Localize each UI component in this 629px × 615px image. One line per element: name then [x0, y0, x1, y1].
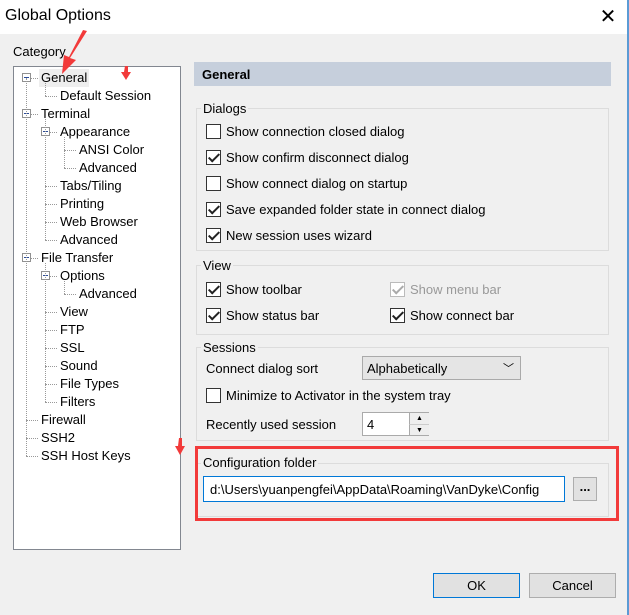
arrow-icon [121, 66, 131, 80]
arrow-icon [62, 30, 87, 74]
annotation-arrows [62, 30, 185, 455]
arrow-icon [175, 438, 185, 455]
